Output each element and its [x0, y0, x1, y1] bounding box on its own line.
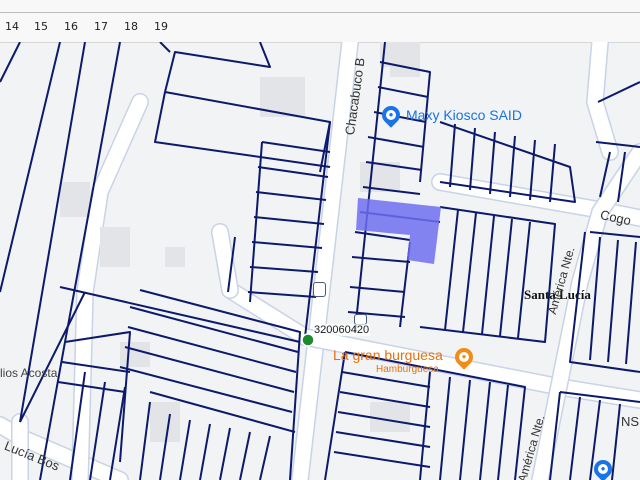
tile-ruler: 14 15 16 17 18 19: [0, 0, 640, 43]
parcel-boundary: [219, 427, 231, 480]
parcel-boundary: [257, 166, 329, 178]
parcel-boundary: [367, 136, 425, 148]
building: [120, 342, 150, 367]
road: [72, 94, 148, 480]
ruler-tick: 16: [64, 20, 78, 33]
ruler-tick: 19: [154, 20, 168, 33]
parcel-boundary: [159, 42, 171, 53]
ruler-tick: 15: [34, 20, 48, 33]
parcel-boundary: [139, 401, 151, 480]
parcel-boundary: [351, 256, 411, 263]
parcel-boundary: [497, 384, 509, 480]
parcel-boundary: [625, 241, 637, 365]
parcel-boundary: [459, 379, 471, 480]
poi-label-kiosco[interactable]: Maxy Kiosco SAID: [406, 107, 522, 123]
parcel-boundary: [479, 381, 491, 480]
building: [60, 182, 90, 217]
bag-icon: ●: [598, 464, 608, 474]
map-canvas[interactable]: ● ● ● Maxy Kiosco SAID La gran burguesa …: [0, 42, 640, 480]
poi-label-burguesa[interactable]: La gran burguesa: [333, 347, 443, 363]
parcel-boundary: [164, 42, 271, 93]
street-label-acosta: lios Acosta: [0, 366, 58, 380]
parcel-boundary: [607, 239, 619, 363]
parcel-boundary: [377, 86, 429, 98]
parcel-boundary: [569, 396, 581, 480]
parcel-boundary: [239, 431, 251, 480]
parcel-boundary: [259, 435, 271, 480]
ruler-tick: 18: [124, 20, 138, 33]
building: [370, 402, 410, 432]
parcel-boundary: [335, 431, 431, 448]
parcel-boundary: [324, 351, 346, 480]
map-layer[interactable]: [0, 42, 640, 480]
parcel-boundary: [119, 366, 293, 413]
ruler-line: [0, 12, 640, 13]
parcel-boundary: [247, 291, 317, 298]
parcel-boundary: [611, 403, 621, 480]
parcel-boundary: [61, 361, 131, 373]
selected-parcel[interactable]: [356, 198, 441, 264]
parcel-boundary: [0, 42, 21, 83]
ruler-tick: 17: [94, 20, 108, 33]
parcel-boundary: [333, 451, 431, 468]
parcel-boundary: [249, 266, 319, 273]
parcel-boundary: [164, 91, 331, 173]
roads: [0, 42, 640, 480]
parcel-boundary: [255, 191, 327, 201]
parcel-boundary: [444, 209, 459, 331]
road: [292, 42, 358, 480]
stop-id-label[interactable]: 320060420: [313, 324, 371, 336]
parcel-boundary: [439, 376, 451, 480]
buildings: [60, 42, 420, 442]
building: [165, 247, 185, 267]
parcel-boundary: [481, 215, 495, 335]
parcel-boundary: [251, 241, 323, 249]
parcel-boundary: [499, 218, 513, 337]
parcel-boundary: [517, 221, 531, 339]
parcel-boundary: [0, 42, 61, 293]
bag-icon: ●: [386, 110, 396, 120]
fork-knife-icon: ●: [459, 352, 469, 362]
ruler-tick: 14: [5, 20, 19, 33]
poi-category-label: Hamburguesa: [376, 364, 439, 375]
parcel-boundary: [253, 216, 325, 225]
parcel-boundary: [249, 141, 263, 303]
parcel-boundary: [179, 419, 191, 480]
building: [150, 402, 180, 442]
parcel-boundary: [261, 141, 331, 153]
parcel-boundary: [462, 212, 477, 333]
building: [100, 227, 130, 267]
parcel-boundary: [124, 346, 295, 393]
street-label-ns: NS: [621, 414, 640, 429]
parcel-boundary: [199, 423, 211, 480]
parcel-boundary: [127, 326, 297, 373]
bus-stop-icon[interactable]: [313, 282, 326, 297]
